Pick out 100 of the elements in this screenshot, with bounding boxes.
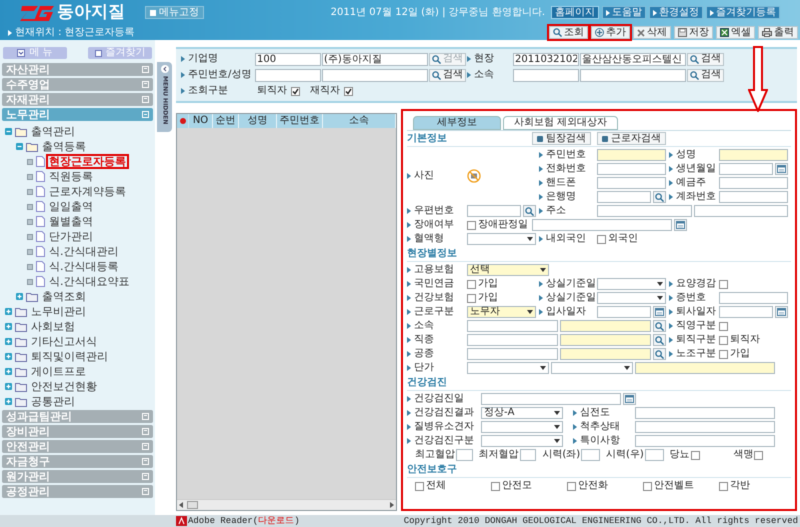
checkbox[interactable] [754,450,764,460]
text-field[interactable] [635,407,775,419]
text-field[interactable] [597,191,651,203]
tree-item[interactable]: 월별출역 [48,216,94,227]
text-field[interactable] [581,449,600,461]
text-field[interactable] [322,68,428,82]
dropdown[interactable] [467,233,536,245]
top-link[interactable]: 홈페이지 [551,6,599,19]
text-field[interactable] [560,320,651,332]
text-field[interactable] [467,334,558,346]
text-field[interactable] [719,163,773,175]
expand-icon[interactable] [16,293,23,300]
calendar-button[interactable] [775,306,788,318]
dropdown[interactable]: 정상-A [481,407,563,419]
calendar-button[interactable] [623,393,636,405]
text-field[interactable] [580,68,686,82]
tree-item[interactable]: 근로자계약등록 [48,186,127,197]
expand-icon[interactable] [5,338,12,345]
toolbar-button[interactable]: 저장 [674,26,713,39]
search-button[interactable]: 검색 [687,52,724,66]
text-field[interactable] [456,449,473,461]
text-field[interactable] [467,205,521,217]
checkbox[interactable] [719,280,728,288]
tree-item[interactable]: 기타신고서식 [30,336,98,347]
dropdown[interactable] [467,362,549,374]
top-link[interactable]: 도움말 [602,6,646,19]
text-field[interactable] [719,292,788,304]
text-field[interactable] [597,149,666,161]
dropdown[interactable] [597,292,666,304]
download-link[interactable]: 다운로드 [258,516,294,526]
checkbox[interactable] [344,86,353,96]
toolbar-button[interactable]: 삭제 [633,26,671,39]
expand-icon[interactable] [5,368,12,375]
checkbox[interactable] [719,322,728,330]
expand-icon[interactable] [5,323,12,330]
text-field[interactable] [467,348,558,360]
tree-item[interactable]: 공통관리 [30,396,76,407]
tree-item[interactable]: 출역조회 [41,291,87,302]
column-header[interactable]: 소속 [323,114,396,128]
dropdown[interactable] [481,421,563,433]
scroll-right-icon[interactable] [390,502,394,508]
checkbox[interactable] [719,350,728,358]
toolbar-button[interactable]: 엑셀 [716,26,755,39]
tree-item[interactable]: 식.간식대요약표 [48,276,130,287]
text-field[interactable] [560,334,651,346]
checkbox[interactable] [567,482,576,490]
checkbox[interactable] [467,220,476,230]
lookup-button[interactable] [523,205,536,217]
checkbox[interactable] [597,234,606,244]
toolbar-button[interactable]: 조회 [549,26,588,39]
expand-icon[interactable] [5,308,12,315]
expand-icon[interactable] [5,353,12,360]
tree-item[interactable]: 식.간식대관리 [48,246,120,257]
checkbox[interactable] [467,294,476,302]
text-field[interactable] [481,393,621,405]
tree-item[interactable]: 출역등록 [41,141,87,152]
text-field[interactable] [513,68,579,82]
checkbox[interactable] [690,450,700,460]
checkbox[interactable] [719,336,728,344]
lookup-button[interactable] [653,191,666,203]
text-field[interactable] [719,191,788,203]
text-field[interactable] [467,320,558,332]
search-button[interactable]: 검색 [429,68,466,82]
text-field[interactable] [719,177,788,189]
lookup-button[interactable] [653,348,666,360]
text-field[interactable] [597,163,666,175]
collapse-icon[interactable] [5,128,12,135]
column-header[interactable]: 성명 [239,114,277,128]
tree-item[interactable]: 식.간식대등록 [48,261,120,272]
checkbox[interactable] [719,482,728,490]
calendar-button[interactable] [775,163,788,175]
text-field[interactable]: (주)동아지질 [322,52,428,66]
tree-item[interactable]: 게이트프로 [30,366,87,377]
text-field[interactable] [719,306,773,318]
top-link[interactable]: 즐겨찾기등록 [706,6,780,19]
text-field[interactable] [520,449,536,461]
dropdown[interactable]: 노무자 [467,306,536,318]
toolbar-button[interactable]: 출력 [758,26,798,39]
tab[interactable]: 사회보험 제외대상자 [503,116,618,130]
checkbox[interactable] [415,482,424,490]
calendar-button[interactable] [674,219,687,231]
text-field[interactable] [597,205,692,217]
dropdown[interactable] [597,278,666,290]
scroll-left-icon[interactable] [179,502,183,508]
lookup-button[interactable] [653,320,666,332]
text-field[interactable] [597,306,651,318]
tree-item[interactable]: 노무비관리 [30,306,87,317]
column-header[interactable]: 주민번호 [277,114,323,128]
search-button[interactable]: 팀장검색 [532,132,591,145]
tree-item[interactable]: 사회보험 [30,321,76,332]
tree-item[interactable]: 현장근로자등록 [48,156,127,167]
tree-item[interactable]: 출역관리 [30,126,76,137]
toolbar-button[interactable]: 추가 [591,26,630,39]
checkbox[interactable] [291,86,300,96]
checkbox[interactable] [643,482,652,490]
text-field[interactable] [635,421,775,433]
horizontal-scrollbar[interactable] [177,499,396,510]
tree-item[interactable]: 퇴직및이력관리 [30,351,109,362]
search-button[interactable]: 근로자검색 [597,132,666,145]
text-field[interactable] [719,149,788,161]
